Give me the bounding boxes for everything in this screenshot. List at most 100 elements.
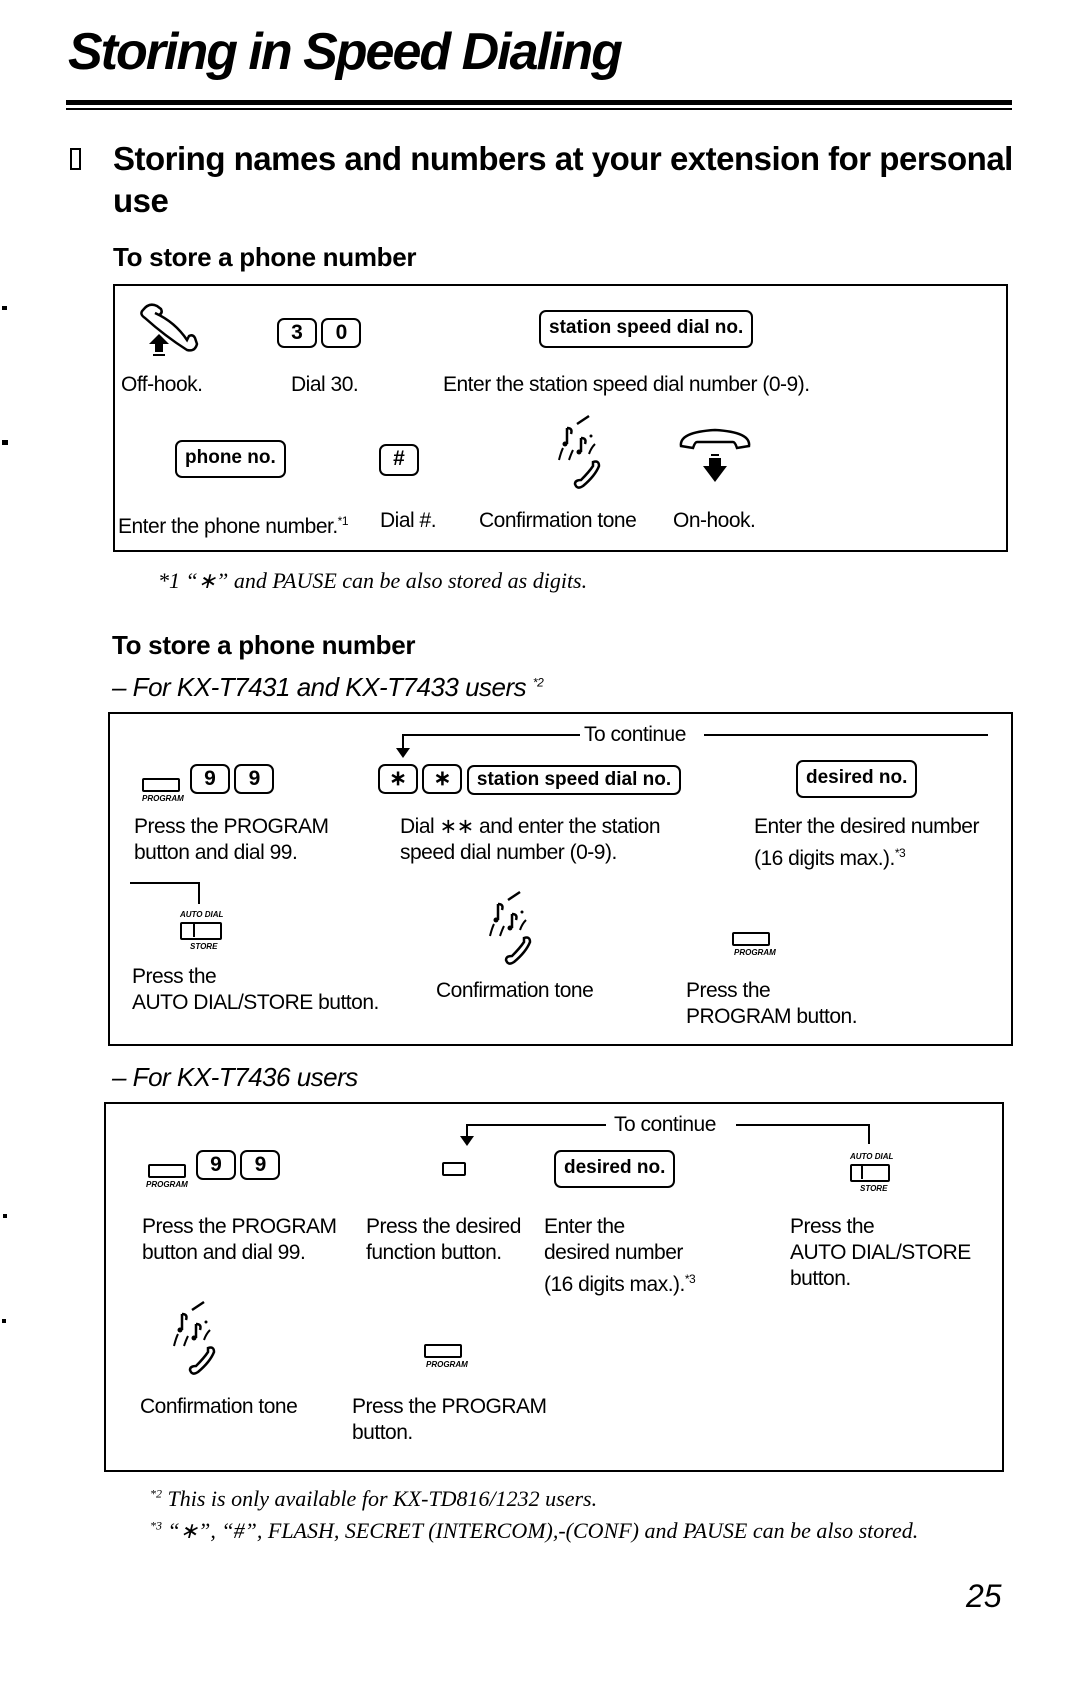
step-label-line: button and dial 99.: [134, 841, 298, 864]
step-label: Enter the phone number.*1: [118, 508, 349, 540]
continue-line-right: [704, 734, 988, 736]
program-button-label: PROGRAM: [426, 1360, 468, 1369]
auto-dial-store-button-icon: [850, 1164, 890, 1182]
part2-subheading-text: – For KX-T7431 and KX-T7433 users: [112, 672, 527, 702]
step-label: Press the AUTO DIAL/STORE button.: [790, 1214, 971, 1292]
program-button-label: PROGRAM: [142, 794, 184, 803]
key-hash: #: [379, 444, 419, 476]
part1-panel: Off-hook. 3 0 Dial 30. station speed dia…: [113, 284, 1008, 552]
function-button-icon: [442, 1162, 466, 1176]
scan-speck: [2, 306, 7, 310]
step-label: Enter the station speed dial number (0-9…: [443, 373, 810, 396]
step-label: Press the PROGRAM button.: [352, 1394, 547, 1446]
auto-dial-label: AUTO DIAL: [850, 1152, 894, 1161]
store-label: STORE: [190, 942, 218, 951]
phone-no-key: phone no.: [175, 440, 286, 478]
continue-arrow-icon: [460, 1136, 474, 1146]
confirmation-tone-icon: [489, 890, 532, 965]
confirmation-tone-icon: [558, 414, 601, 489]
step-label-line: Dial ∗∗ and enter the station: [400, 815, 661, 838]
dial-keys: 9 9: [196, 1150, 281, 1180]
program-button-icon: [148, 1164, 186, 1178]
continue-line-right: [736, 1124, 870, 1126]
footnote-ref: *3: [150, 1518, 162, 1533]
dial-keys: 3 0: [277, 318, 362, 348]
program-button-icon: [424, 1344, 462, 1358]
key-star: ∗: [422, 764, 463, 794]
continue-label: To continue: [584, 723, 686, 746]
footnote-2: *2 This is only available for KX-TD816/1…: [150, 1486, 597, 1512]
confirmation-tone-icon: [173, 1300, 216, 1375]
program-button-label: PROGRAM: [146, 1180, 188, 1189]
auto-dial-store-button-icon: [180, 922, 222, 940]
step-label-line: Enter the desired number: [754, 815, 979, 838]
continue-line-left: [466, 1124, 606, 1126]
desired-no-key: desired no.: [554, 1150, 676, 1188]
on-hook-icon: [679, 428, 751, 482]
step-label: Confirmation tone: [140, 1395, 298, 1418]
page-number: 25: [966, 1578, 1002, 1614]
step-label: Press the AUTO DIAL/STORE button.: [132, 964, 379, 1016]
step-label: Press the PROGRAM button and dial 99.: [142, 1214, 337, 1266]
part2-heading: To store a phone number: [112, 630, 416, 660]
footnote-text: “∗”, “#”, FLASH, SECRET (INTERCOM),-(CON…: [167, 1518, 919, 1543]
part3-subheading: – For KX-T7436 users: [112, 1062, 358, 1092]
step-label-line: Enter the: [544, 1215, 625, 1238]
step-label-line: desired number: [544, 1241, 683, 1264]
page-title: Storing in Speed Dialing: [68, 23, 623, 81]
step-label-line: Press the: [790, 1215, 875, 1238]
off-hook-icon: [140, 303, 199, 356]
step-label-line: Press the PROGRAM: [134, 815, 329, 838]
footnote-ref: *3: [894, 846, 906, 860]
footnote-ref: *3: [684, 1272, 696, 1286]
step-label-text: Enter the phone number.: [118, 515, 338, 538]
footnote-ref: *1: [337, 514, 349, 528]
key-9: 9: [196, 1150, 236, 1180]
step-label-line: PROGRAM button.: [686, 1005, 858, 1028]
title-rule-thick: [66, 100, 1012, 105]
continue-line-return: [130, 882, 200, 884]
step-label: Press the desired function button.: [366, 1214, 521, 1266]
continue-arrow-icon: [396, 748, 410, 758]
step-label: Press the PROGRAM button.: [686, 978, 858, 1030]
step-label-line: function button.: [366, 1241, 502, 1264]
part2-panel: To continue PROGRAM 9 9 Press the PROGRA…: [108, 712, 1013, 1046]
step-label: Press the PROGRAM button and dial 99.: [134, 814, 329, 866]
footnote-text: This is only available for KX-TD816/1232…: [167, 1486, 598, 1511]
key-9: 9: [190, 764, 230, 794]
key-9: 9: [240, 1150, 281, 1180]
continue-label: To continue: [614, 1113, 716, 1136]
scan-speck: [2, 440, 8, 445]
dial-keys: ∗ ∗ station speed dial no.: [378, 764, 682, 795]
key-0: 0: [321, 318, 362, 348]
title-rule-thin: [66, 108, 1012, 110]
step-label-line: (16 digits max.).: [754, 847, 895, 870]
continue-line-left: [402, 734, 580, 736]
part3-panel: To continue PROGRAM 9 9 Press the PROGRA…: [104, 1102, 1004, 1472]
program-button-label: PROGRAM: [734, 948, 776, 957]
program-button-icon: [142, 778, 180, 792]
station-speed-dial-key: station speed dial no.: [466, 765, 682, 795]
step-label-line: Press the PROGRAM: [352, 1395, 547, 1418]
continue-line-return-down: [198, 882, 200, 904]
step-label-line: AUTO DIAL/STORE button.: [132, 991, 379, 1014]
step-label: Dial 30.: [291, 373, 359, 396]
footnote-ref: *2: [532, 675, 544, 690]
dial-keys: 9 9: [190, 764, 275, 794]
step-label-line: AUTO DIAL/STORE: [790, 1241, 971, 1264]
step-label-line: button and dial 99.: [142, 1241, 306, 1264]
step-label-line: Press the desired: [366, 1215, 521, 1238]
step-label-line: speed dial number (0-9).: [400, 841, 617, 864]
step-label: Off-hook.: [121, 373, 203, 396]
footnote-1: *1 “∗” and PAUSE can be also stored as d…: [158, 568, 588, 593]
part1-heading: To store a phone number: [113, 242, 417, 272]
step-label: Confirmation tone: [479, 509, 637, 532]
step-label-line: button.: [790, 1267, 851, 1290]
footnote-ref: *2: [150, 1486, 162, 1501]
step-label: Confirmation tone: [436, 979, 594, 1002]
key-star: ∗: [378, 764, 418, 794]
scan-speck: [3, 1214, 7, 1218]
program-button-icon: [732, 932, 770, 946]
key-3: 3: [277, 318, 317, 348]
step-label-line: Press the PROGRAM: [142, 1215, 337, 1238]
